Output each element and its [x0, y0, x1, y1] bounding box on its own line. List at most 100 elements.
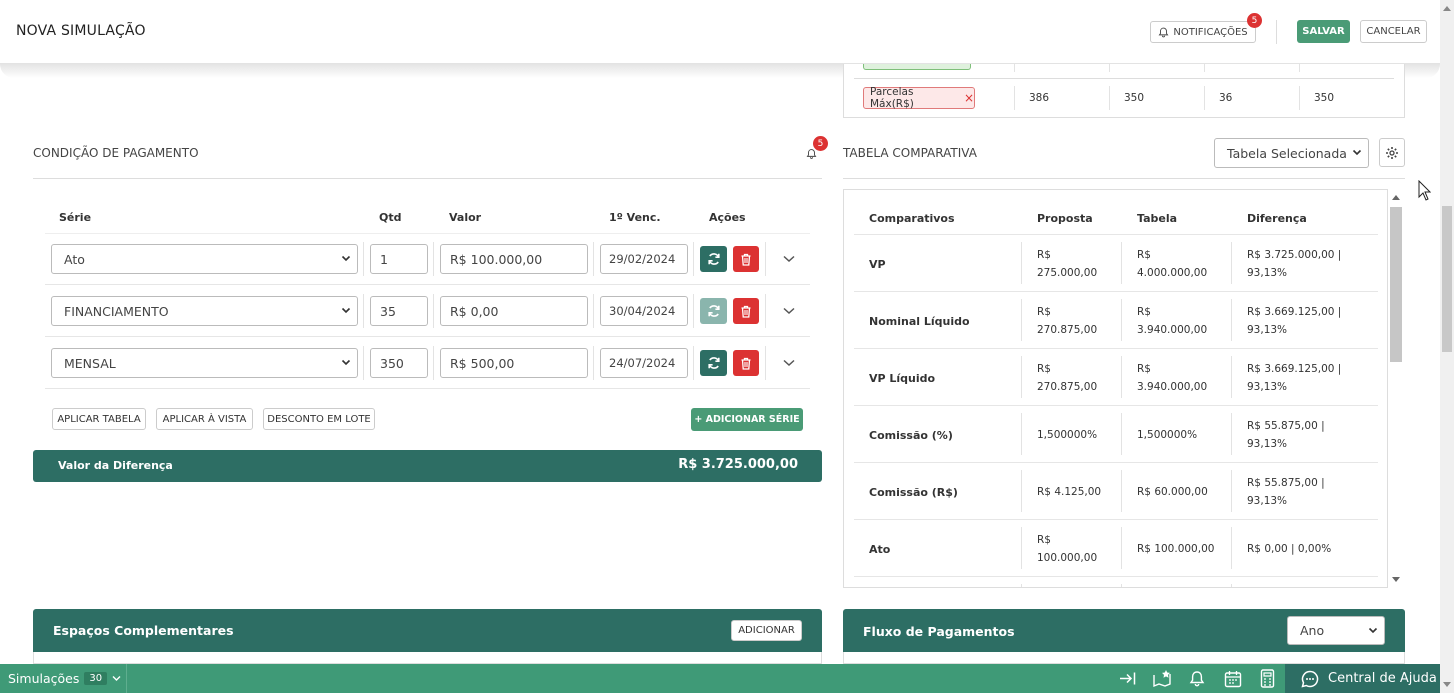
comp-col-3: Tabela: [1137, 212, 1178, 225]
refresh-icon: [707, 357, 720, 369]
comp-cell: 100.000,00: [1037, 552, 1098, 564]
save-button[interactable]: SALVAR: [1297, 20, 1350, 43]
comp-col-2: Proposta: [1037, 212, 1093, 225]
mouse-cursor-icon: [1418, 180, 1431, 201]
apply-cash-button[interactable]: APLICAR À VISTA: [156, 408, 253, 430]
simulations-label: Simulações: [8, 671, 80, 686]
comp-sep: [1231, 470, 1232, 512]
recalc-button[interactable]: [700, 246, 727, 272]
row-divider: [45, 388, 810, 389]
chevron-down-icon: [1368, 627, 1378, 634]
cancel-button[interactable]: CANCELAR: [1360, 20, 1427, 43]
help-center-button[interactable]: Central de Ajuda: [1285, 664, 1440, 693]
col-valor: Valor: [449, 211, 482, 224]
delete-button[interactable]: [733, 298, 759, 324]
comp-cell: 4.000.000,00: [1137, 267, 1208, 279]
serie-select[interactable]: MENSAL: [51, 348, 358, 378]
qtd-input[interactable]: 350: [370, 348, 428, 378]
footer-divider: [126, 664, 127, 693]
comp-cell: R$ 100.000,00: [1137, 543, 1215, 555]
comp-cell: 93,13%: [1247, 381, 1288, 393]
trash-icon: [741, 253, 751, 266]
close-icon[interactable]: ×: [964, 91, 974, 105]
venc-input[interactable]: 29/02/2024: [600, 244, 688, 274]
qtd-input[interactable]: 1: [370, 244, 428, 274]
valor-input[interactable]: R$ 100.000,00: [440, 244, 588, 274]
page-scroll-thumb[interactable]: [1442, 206, 1452, 352]
delete-button[interactable]: [733, 350, 759, 376]
col-venc: 1º Venc.: [609, 211, 661, 224]
page-scrollbar[interactable]: [1440, 0, 1454, 693]
comp-sep: [1121, 242, 1122, 284]
chevron-down-icon[interactable]: [782, 306, 796, 316]
simulations-toggle[interactable]: Simulações 30: [8, 671, 121, 686]
flow-period-select[interactable]: Ano: [1287, 616, 1385, 645]
comp-cell: R$ 3.669.125,00 |: [1247, 363, 1342, 375]
qtd-input[interactable]: 35: [370, 296, 428, 326]
scroll-up-icon[interactable]: [1443, 5, 1451, 11]
comp-row-divider: [854, 405, 1378, 406]
apply-table-button[interactable]: APLICAR TABELA: [52, 408, 146, 430]
comp-row-label: Ato: [869, 543, 891, 556]
chevron-down-icon: [1352, 149, 1362, 156]
col-qtd: Qtd: [379, 211, 402, 224]
row-sep: [363, 242, 364, 276]
filter-sep: [1204, 64, 1205, 72]
venc-input[interactable]: 30/04/2024: [600, 296, 688, 326]
refresh-icon: [707, 305, 720, 317]
comparison-title-divider: [843, 178, 1405, 179]
help-center-label: Central de Ajuda: [1328, 671, 1437, 686]
filter-chip[interactable]: Parcelas Máx(R$) ×: [863, 86, 975, 110]
comp-sep: [1021, 299, 1022, 341]
comp-sep: [1231, 413, 1232, 455]
row-sep: [593, 346, 594, 380]
comp-cell: 1,500000%: [1037, 429, 1098, 441]
settings-button[interactable]: [1379, 138, 1405, 167]
batch-discount-button[interactable]: DESCONTO EM LOTE: [263, 408, 375, 430]
scroll-down-icon[interactable]: [1443, 682, 1451, 688]
comp-cell: 275.000,00: [1037, 267, 1098, 279]
row-sep: [693, 294, 694, 328]
comp-sep: [1231, 299, 1232, 341]
scroll-down-icon[interactable]: [1392, 577, 1400, 583]
comp-cell: 270.875,00: [1037, 381, 1098, 393]
filter-chip-partial: [863, 64, 971, 70]
col-serie: Série: [59, 211, 92, 224]
comp-sep: [1231, 527, 1232, 569]
comparison-scroll-thumb[interactable]: [1390, 207, 1402, 362]
serie-select[interactable]: FINANCIAMENTO: [51, 296, 358, 326]
valor-input[interactable]: R$ 500,00: [440, 348, 588, 378]
venc-input[interactable]: 24/07/2024: [600, 348, 688, 378]
valor-input[interactable]: R$ 0,00: [440, 296, 588, 326]
chevron-down-icon: [341, 307, 351, 314]
map-star-icon[interactable]: [1152, 669, 1172, 688]
comp-row-divider: [854, 291, 1378, 292]
comparison-scrollbar[interactable]: [1388, 189, 1405, 588]
comp-row-divider: [854, 462, 1378, 463]
comp-sep: [1021, 242, 1022, 284]
delete-button[interactable]: [733, 246, 759, 272]
comp-sep: [1121, 356, 1122, 398]
comp-sep: [1021, 584, 1022, 587]
bell-icon[interactable]: [1189, 670, 1205, 688]
add-series-button[interactable]: + ADICIONAR SÉRIE: [691, 408, 803, 431]
filter-chip-label: Parcelas Máx(R$): [870, 86, 914, 110]
recalc-button[interactable]: [700, 350, 727, 376]
extras-add-button[interactable]: ADICIONAR: [731, 620, 802, 641]
comp-cell: R$ 55.875,00 |: [1247, 420, 1325, 432]
notifications-button[interactable]: NOTIFICAÇÕES: [1150, 21, 1256, 43]
table-select[interactable]: Tabela Selecionada: [1214, 138, 1369, 168]
filter-value: 350: [1314, 92, 1335, 104]
table-select-value: Tabela Selecionada: [1227, 145, 1347, 161]
recalc-button-disabled[interactable]: [700, 298, 727, 324]
serie-select[interactable]: Ato: [51, 244, 358, 274]
extras-header: Espaços Complementares ADICIONAR: [33, 609, 822, 652]
notifications-label: NOTIFICAÇÕES: [1173, 26, 1248, 38]
collapse-arrow-icon[interactable]: [1119, 671, 1137, 686]
chevron-down-icon[interactable]: [782, 254, 796, 264]
scroll-up-icon[interactable]: [1392, 194, 1400, 200]
calendar-icon[interactable]: [1224, 670, 1242, 688]
filter-sep: [1014, 64, 1015, 72]
calculator-icon[interactable]: [1260, 669, 1275, 688]
chevron-down-icon[interactable]: [782, 358, 796, 368]
